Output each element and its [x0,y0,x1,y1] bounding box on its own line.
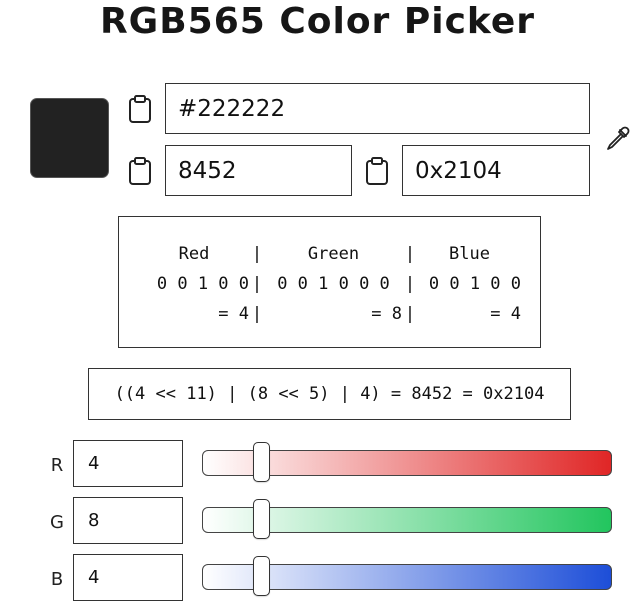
bit-breakdown-panel: Red | Green | Blue 0 0 1 0 0 | 0 0 1 0 0… [118,216,541,348]
page-title: RGB565 Color Picker [99,1,536,42]
blue-channel-label: B [50,569,64,590]
green-slider-thumb[interactable] [252,499,270,539]
blue-bits: 0 0 1 0 0 [428,274,521,294]
blue-slider[interactable] [202,556,612,596]
hex16-value-field[interactable]: 0x2104 [402,145,590,196]
green-channel-label: G [50,512,64,533]
blue-header: Blue [449,244,490,264]
copy-hex16-clipboard-icon[interactable] [365,157,389,185]
separator: | [404,304,416,324]
green-sum: = 8 [371,304,402,324]
green-slider[interactable] [202,499,612,539]
formula-readout: ((4 << 11) | (8 << 5) | 4) = 8452 = 0x21… [88,368,571,420]
separator: | [404,244,416,264]
separator: | [404,274,416,294]
separator: | [251,244,263,264]
copy-hex-clipboard-icon[interactable] [128,95,152,123]
green-value-input[interactable]: 8 [73,497,183,544]
eyedropper-icon[interactable] [604,126,630,152]
decimal-value-field[interactable]: 8452 [165,145,352,196]
blue-slider-thumb[interactable] [253,556,271,596]
red-value-input[interactable]: 4 [73,440,183,487]
separator: | [251,304,263,324]
red-channel-label: R [50,455,64,476]
red-slider[interactable] [202,442,612,482]
bit-table: Red | Green | Blue 0 0 1 0 0 | 0 0 1 0 0… [139,239,521,329]
blue-sum: = 4 [490,304,521,324]
color-swatch [30,98,109,178]
red-bits: 0 0 1 0 0 [156,274,249,294]
copy-decimal-clipboard-icon[interactable] [128,157,152,185]
blue-value-input[interactable]: 4 [73,554,183,601]
hex-color-field[interactable]: #222222 [165,83,590,134]
red-header: Red [178,244,210,264]
red-slider-thumb[interactable] [253,442,271,482]
separator: | [251,274,263,294]
red-sum: = 4 [218,304,249,324]
green-bits: 0 0 1 0 0 0 [277,274,390,294]
green-header: Green [307,244,360,264]
